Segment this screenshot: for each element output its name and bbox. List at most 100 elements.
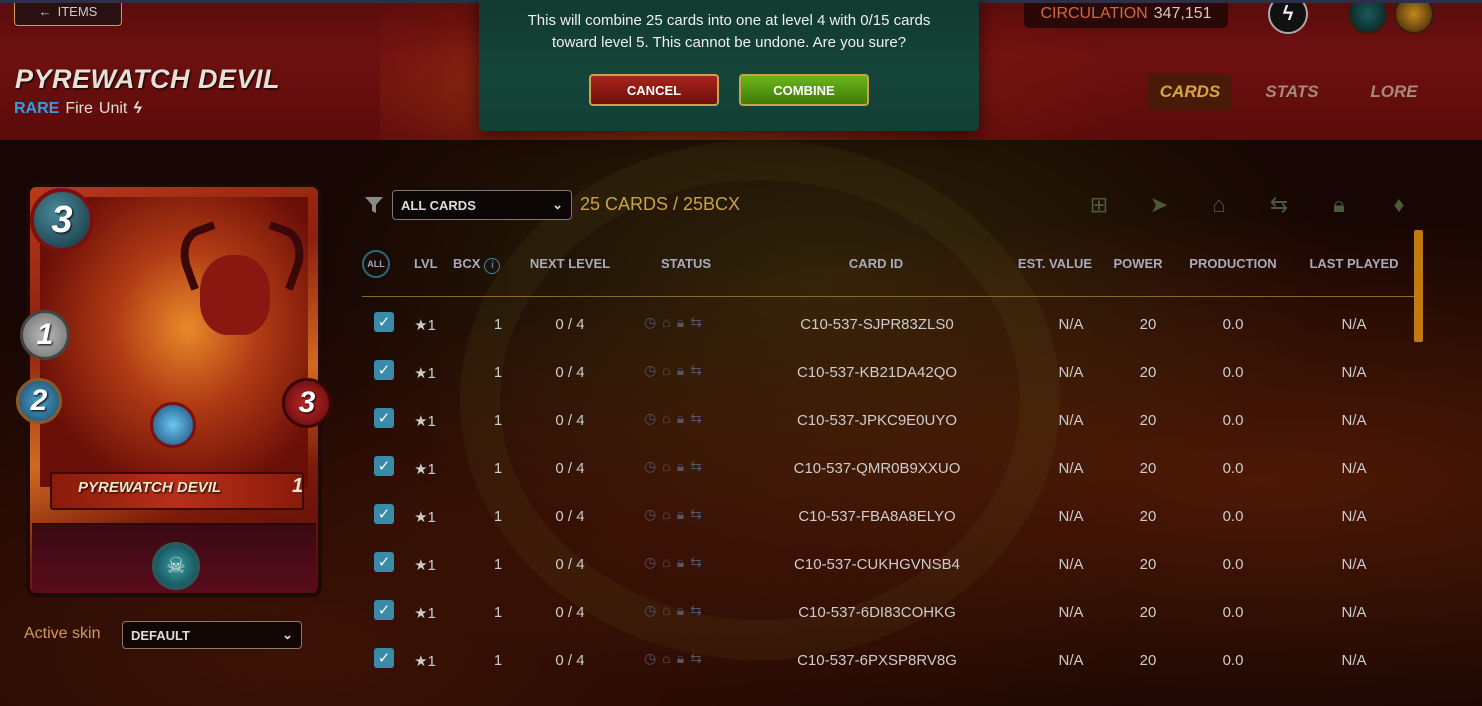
market-icon[interactable]: ⌂ xyxy=(1206,192,1232,218)
card-filter-value: ALL CARDS xyxy=(401,197,476,213)
transfer-icon[interactable]: ⇆ xyxy=(1266,192,1292,218)
row-checkbox[interactable]: ✓ xyxy=(374,552,394,572)
cell-power: 20 xyxy=(1139,364,1157,381)
skin-select-value: DEFAULT xyxy=(131,627,190,643)
info-icon[interactable]: i xyxy=(484,258,501,274)
teal-book-icon[interactable] xyxy=(1348,0,1388,34)
filter-icon[interactable] xyxy=(364,195,384,215)
market-icon: ⌂ xyxy=(662,410,671,426)
cell-production: 0.0 xyxy=(1222,460,1244,477)
cell-last-played: N/A xyxy=(1341,412,1367,429)
table-row[interactable]: ✓ ◷ ⌂ 🔒︎ ⇆ ★1 1 0 / 4 C10-537-CUKHGVNSB4 N/A 20 0.0… xyxy=(362,540,1414,588)
ability-icon[interactable]: ☠ xyxy=(152,542,200,590)
transfer-icon: ⇆ xyxy=(690,410,702,426)
tab-stats[interactable]: STATS xyxy=(1250,74,1334,110)
lock-icon: 🔒︎ xyxy=(676,554,685,570)
cell-last-played: N/A xyxy=(1341,508,1367,525)
lock-icon: 🔒︎ xyxy=(676,362,685,378)
cell-power: 20 xyxy=(1139,316,1157,333)
clock-icon: ◷ xyxy=(644,458,657,474)
combine-add-icon[interactable]: ⊞ xyxy=(1086,192,1112,218)
row-checkbox[interactable]: ✓ xyxy=(374,312,394,332)
row-checkbox[interactable]: ✓ xyxy=(374,504,394,524)
table-row[interactable]: ✓ ◷ ⌂ 🔒︎ ⇆ ★1 1 0 / 4 C10-537-SJPR83ZLS0 N/A 20 0.0… xyxy=(362,300,1414,348)
card-filter-select[interactable]: ALL CARDS ⌄ xyxy=(392,190,572,220)
cell-power: 20 xyxy=(1139,604,1157,621)
cell-est-value: N/A xyxy=(1058,556,1084,573)
cell-power: 20 xyxy=(1139,460,1157,477)
edition-badge-icon[interactable]: ϟ xyxy=(1268,0,1308,34)
cell-production: 0.0 xyxy=(1222,364,1244,381)
status-icons: ◷ ⌂ 🔒︎ ⇆ xyxy=(644,362,702,379)
header-bcx: BCX i xyxy=(453,256,501,274)
clock-icon: ◷ xyxy=(644,362,657,378)
circulation-value: 347,151 xyxy=(1153,5,1212,22)
cell-last-played: N/A xyxy=(1341,604,1367,621)
type-label: Unit xyxy=(98,100,128,117)
row-checkbox[interactable]: ✓ xyxy=(374,456,394,476)
edition-icon: ϟ xyxy=(133,100,142,117)
table-row[interactable]: ✓ ◷ ⌂ 🔒︎ ⇆ ★1 1 0 / 4 C10-537-FBA8A8ELYO N/A 20 0.0… xyxy=(362,492,1414,540)
clock-icon: ◷ xyxy=(644,506,657,522)
speed-badge: 2 xyxy=(16,378,62,424)
table-row[interactable]: ✓ ◷ ⌂ 🔒︎ ⇆ ★1 1 0 / 4 C10-537-6PXSP8RV8G N/A 20 0.0… xyxy=(362,636,1414,684)
health-badge: 3 xyxy=(282,378,332,428)
table-row[interactable]: ✓ ◷ ⌂ 🔒︎ ⇆ ★1 1 0 / 4 C10-537-JPKC9E0UYO N/A 20 0.0… xyxy=(362,396,1414,444)
market-icon: ⌂ xyxy=(662,362,671,378)
lock-icon: 🔒︎ xyxy=(676,314,685,330)
row-checkbox[interactable]: ✓ xyxy=(374,648,394,668)
cell-next-level: 0 / 4 xyxy=(555,508,585,525)
gold-book-icon[interactable] xyxy=(1394,0,1434,34)
market-icon: ⌂ xyxy=(662,458,671,474)
cell-bcx: 1 xyxy=(493,508,503,525)
card-level-text: 1 xyxy=(292,475,304,497)
select-all-button[interactable]: ALL xyxy=(362,250,390,278)
cancel-button[interactable]: CANCEL xyxy=(589,74,719,106)
cell-production: 0.0 xyxy=(1222,556,1244,573)
table-row[interactable]: ✓ ◷ ⌂ 🔒︎ ⇆ ★1 1 0 / 4 C10-537-KB21DA42QO N/A 20 0.0… xyxy=(362,348,1414,396)
cell-next-level: 0 / 4 xyxy=(555,652,585,669)
circulation-panel: CIRCULATION 347,151 xyxy=(1024,0,1228,28)
lock-icon: 🔒︎ xyxy=(676,506,685,522)
dialog-message-line1: This will combine 25 cards into one at l… xyxy=(527,12,931,29)
cell-bcx: 1 xyxy=(493,604,503,621)
transfer-icon: ⇆ xyxy=(690,554,702,570)
cell-production: 0.0 xyxy=(1222,604,1244,621)
cell-lvl: ★1 xyxy=(414,365,436,382)
header-power: POWER xyxy=(1113,256,1163,271)
active-skin-label: Active skin xyxy=(24,625,101,642)
chevron-down-icon: ⌄ xyxy=(282,627,293,642)
cell-est-value: N/A xyxy=(1058,316,1084,333)
status-icons: ◷ ⌂ 🔒︎ ⇆ xyxy=(644,410,702,427)
cell-power: 20 xyxy=(1139,508,1157,525)
cell-card-id: C10-537-KB21DA42QO xyxy=(796,364,958,381)
chevron-down-icon: ⌄ xyxy=(552,197,563,212)
lock-icon[interactable]: 🔒︎ xyxy=(1326,192,1352,218)
row-checkbox[interactable]: ✓ xyxy=(374,600,394,620)
table-row[interactable]: ✓ ◷ ⌂ 🔒︎ ⇆ ★1 1 0 / 4 C10-537-QMR0B9XXUO N/A 20 0.0… xyxy=(362,444,1414,492)
send-icon[interactable]: ➤ xyxy=(1146,192,1172,218)
header-last-played: LAST PLAYED xyxy=(1309,256,1399,271)
cell-card-id: C10-537-CUKHGVNSB4 xyxy=(794,556,960,573)
items-back-label: ITEMS xyxy=(57,4,98,19)
rarity-label: RARE xyxy=(14,100,60,117)
cell-last-played: N/A xyxy=(1341,316,1367,333)
market-icon: ⌂ xyxy=(662,506,671,522)
tab-lore[interactable]: LORE xyxy=(1352,74,1436,110)
scrollbar[interactable] xyxy=(1414,230,1423,342)
transfer-icon: ⇆ xyxy=(690,314,702,330)
cell-bcx: 1 xyxy=(493,556,503,573)
market-icon: ⌂ xyxy=(662,602,671,618)
cell-production: 0.0 xyxy=(1222,316,1244,333)
cell-lvl: ★1 xyxy=(414,557,436,574)
burn-icon[interactable]: ♦ xyxy=(1386,192,1412,218)
tab-cards[interactable]: CARDS xyxy=(1148,74,1232,110)
items-back-button[interactable]: ← ITEMS xyxy=(14,0,122,26)
cell-card-id: C10-537-QMR0B9XXUO xyxy=(793,460,961,477)
row-checkbox[interactable]: ✓ xyxy=(374,360,394,380)
header-bcx-label: BCX xyxy=(453,256,481,271)
skin-select[interactable]: DEFAULT ⌄ xyxy=(122,621,302,649)
combine-button[interactable]: COMBINE xyxy=(739,74,869,106)
table-row[interactable]: ✓ ◷ ⌂ 🔒︎ ⇆ ★1 1 0 / 4 C10-537-6DI83COHKG N/A 20 0.0… xyxy=(362,588,1414,636)
row-checkbox[interactable]: ✓ xyxy=(374,408,394,428)
